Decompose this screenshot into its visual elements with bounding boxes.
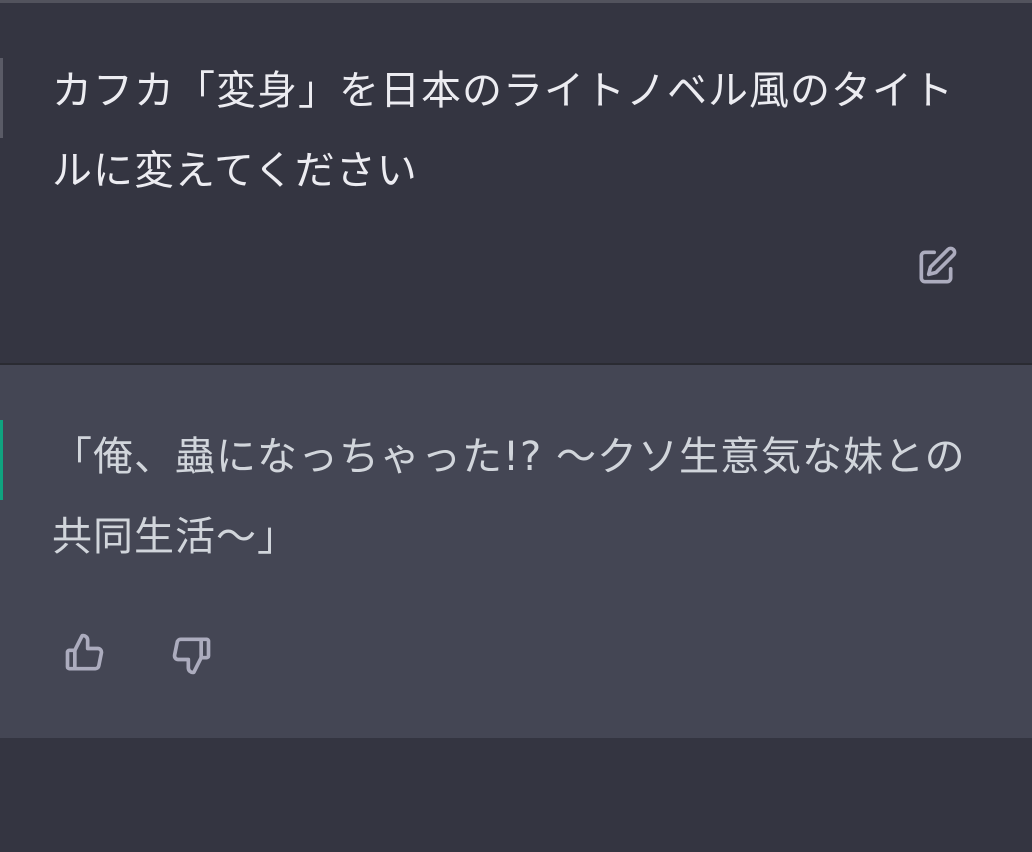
thumbs-down-button[interactable] [168,630,216,678]
thumbs-up-button[interactable] [60,630,108,678]
user-avatar-edge [0,58,3,138]
assistant-message: 「俺、蟲になっちゃった!? 〜クソ生意気な妹との共同生活〜」 [0,365,1032,738]
edit-button[interactable] [912,243,960,291]
user-message-text: カフカ「変身」を日本のライトノベル風のタイトルに変えてください [52,68,954,194]
user-message: カフカ「変身」を日本のライトノベル風のタイトルに変えてください [0,3,1032,363]
thumbs-down-icon [172,637,211,675]
edit-icon [919,246,957,284]
assistant-message-text: 「俺、蟲になっちゃった!? 〜クソ生意気な妹との共同生活〜」 [52,434,966,560]
bottom-area [0,738,1032,852]
thumbs-up-icon [65,633,104,671]
assistant-avatar-edge [0,420,3,500]
